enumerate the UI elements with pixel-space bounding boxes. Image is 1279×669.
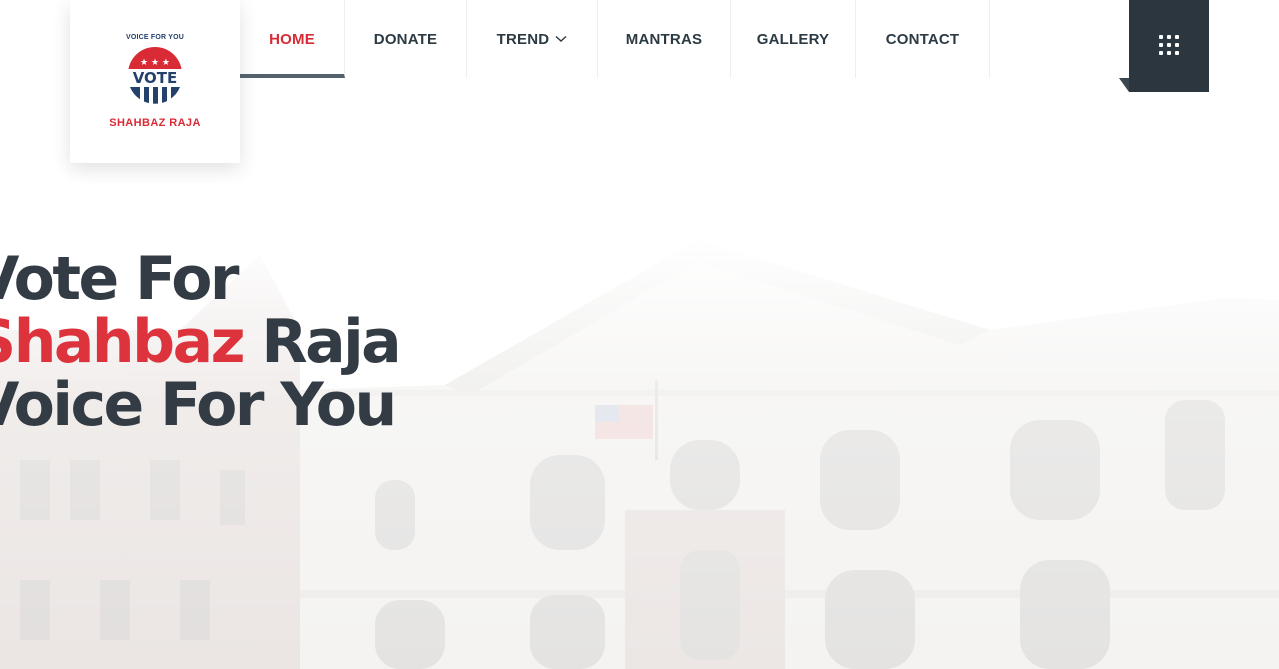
hero-line-3: Voice For You <box>0 370 397 440</box>
nav-item-label: HOME <box>269 30 315 48</box>
nav-item-label: DONATE <box>373 30 438 48</box>
chevron-down-icon <box>555 35 567 42</box>
svg-text:★ ★ ★: ★ ★ ★ <box>140 58 170 68</box>
nav-item-contact[interactable]: CONTACT <box>856 0 990 78</box>
hero-candidate-last-name: Raja <box>243 307 401 377</box>
menu-button-shadow <box>1119 78 1129 92</box>
hero-candidate-first-name: Shahbaz <box>0 307 246 377</box>
logo-name: SHAHBAZ RAJA <box>109 117 201 129</box>
grid-dots-icon <box>1159 34 1179 55</box>
hero-line-1: Vote For <box>0 244 240 314</box>
menu-toggle-button[interactable] <box>1129 0 1209 92</box>
hero-line-2: Shahbaz Raja <box>0 311 402 374</box>
nav-item-mantras[interactable]: MANTRAS <box>598 0 731 78</box>
nav-item-label: MANTRAS <box>625 30 703 48</box>
nav-item-label: GALLERY <box>756 30 830 48</box>
logo-badge-text: VOTE <box>133 69 178 87</box>
nav-item-gallery[interactable]: GALLERY <box>731 0 856 78</box>
logo-tagline: VOICE FOR YOU <box>125 34 185 41</box>
nav-item-label: CONTACT <box>885 30 960 48</box>
vote-badge-icon: ★ ★ ★ VOTE <box>128 47 182 107</box>
nav-item-label: TREND <box>496 30 550 48</box>
main-navigation: HOME DONATE TREND MANTRAS GALLERY CONTAC… <box>240 0 990 78</box>
nav-item-trend[interactable]: TREND <box>467 0 598 78</box>
nav-item-donate[interactable]: DONATE <box>345 0 467 78</box>
nav-item-home[interactable]: HOME <box>240 0 345 78</box>
site-logo[interactable]: VOICE FOR YOU ★ ★ ★ VOTE SHAHBAZ RAJA <box>70 0 240 163</box>
hero-headline: Vote For Shahbaz Raja Voice For You <box>0 244 402 440</box>
